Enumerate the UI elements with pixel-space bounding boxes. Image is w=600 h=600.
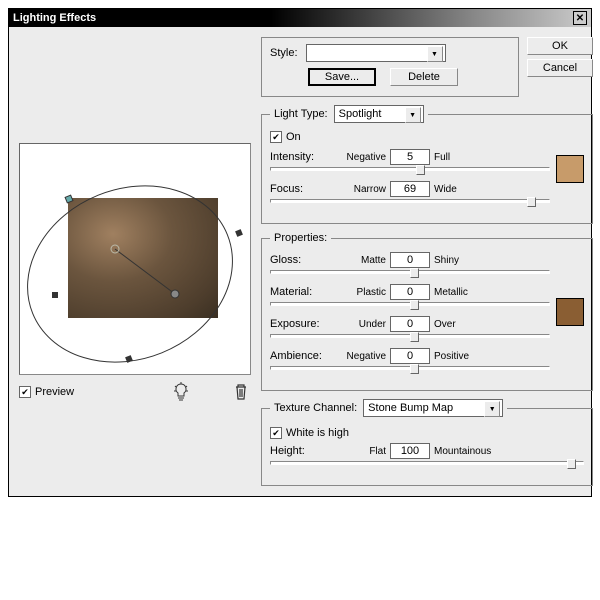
texture-channel-select[interactable]: Stone Bump Map bbox=[363, 399, 503, 417]
intensity-value[interactable]: 5 bbox=[390, 149, 430, 165]
on-label: On bbox=[286, 131, 301, 143]
style-label: Style: bbox=[270, 47, 298, 59]
intensity-slider[interactable]: Intensity: Negative 5 Full bbox=[270, 149, 550, 171]
ambient-color-swatch[interactable] bbox=[556, 298, 584, 326]
delete-button[interactable]: Delete bbox=[390, 68, 458, 86]
material-slider[interactable]: Material: Plastic 0 Metallic bbox=[270, 284, 550, 306]
preview-panel: ✔ Preview bbox=[19, 37, 251, 486]
exposure-slider[interactable]: Exposure: Under 0 Over bbox=[270, 316, 550, 338]
height-slider[interactable]: Height: Flat 100 Mountainous bbox=[270, 443, 584, 465]
window-title: Lighting Effects bbox=[13, 12, 96, 24]
focus-slider[interactable]: Focus: Narrow 69 Wide bbox=[270, 181, 550, 203]
on-checkbox[interactable]: ✔ On bbox=[270, 131, 584, 143]
light-gizmo[interactable] bbox=[20, 144, 251, 375]
checkbox-icon: ✔ bbox=[270, 427, 282, 439]
white-high-checkbox[interactable]: ✔ White is high bbox=[270, 427, 584, 439]
cancel-button[interactable]: Cancel bbox=[527, 59, 593, 77]
style-group: Style: Save... Delete bbox=[261, 37, 519, 97]
lightbulb-icon[interactable] bbox=[171, 381, 191, 403]
checkbox-icon: ✔ bbox=[270, 131, 282, 143]
preview-checkbox[interactable]: ✔ Preview bbox=[19, 386, 74, 398]
close-icon[interactable]: ✕ bbox=[573, 11, 587, 25]
light-type-group: Light Type: Spotlight ✔ On Intensity: Ne… bbox=[261, 105, 593, 224]
checkbox-icon: ✔ bbox=[19, 386, 31, 398]
light-color-swatch[interactable] bbox=[556, 155, 584, 183]
titlebar: Lighting Effects ✕ bbox=[9, 9, 591, 27]
trash-icon[interactable] bbox=[231, 381, 251, 403]
light-type-select[interactable]: Spotlight bbox=[334, 105, 424, 123]
ambience-slider[interactable]: Ambience: Negative 0 Positive bbox=[270, 348, 550, 370]
preview-toolbar: ✔ Preview bbox=[19, 381, 251, 403]
preview-label: Preview bbox=[35, 386, 74, 398]
save-button[interactable]: Save... bbox=[308, 68, 376, 86]
lighting-effects-dialog: Lighting Effects ✕ ✔ bbox=[8, 8, 592, 497]
preview-canvas[interactable] bbox=[19, 143, 251, 375]
light-type-label: Light Type: bbox=[274, 108, 328, 120]
texture-group: Texture Channel: Stone Bump Map ✔ White … bbox=[261, 399, 593, 486]
ok-button[interactable]: OK bbox=[527, 37, 593, 55]
focus-value[interactable]: 69 bbox=[390, 181, 430, 197]
style-select[interactable] bbox=[306, 44, 446, 62]
gloss-slider[interactable]: Gloss: Matte 0 Shiny bbox=[270, 252, 550, 274]
properties-group: Properties: Gloss: Matte 0 Shiny Materia… bbox=[261, 232, 593, 391]
